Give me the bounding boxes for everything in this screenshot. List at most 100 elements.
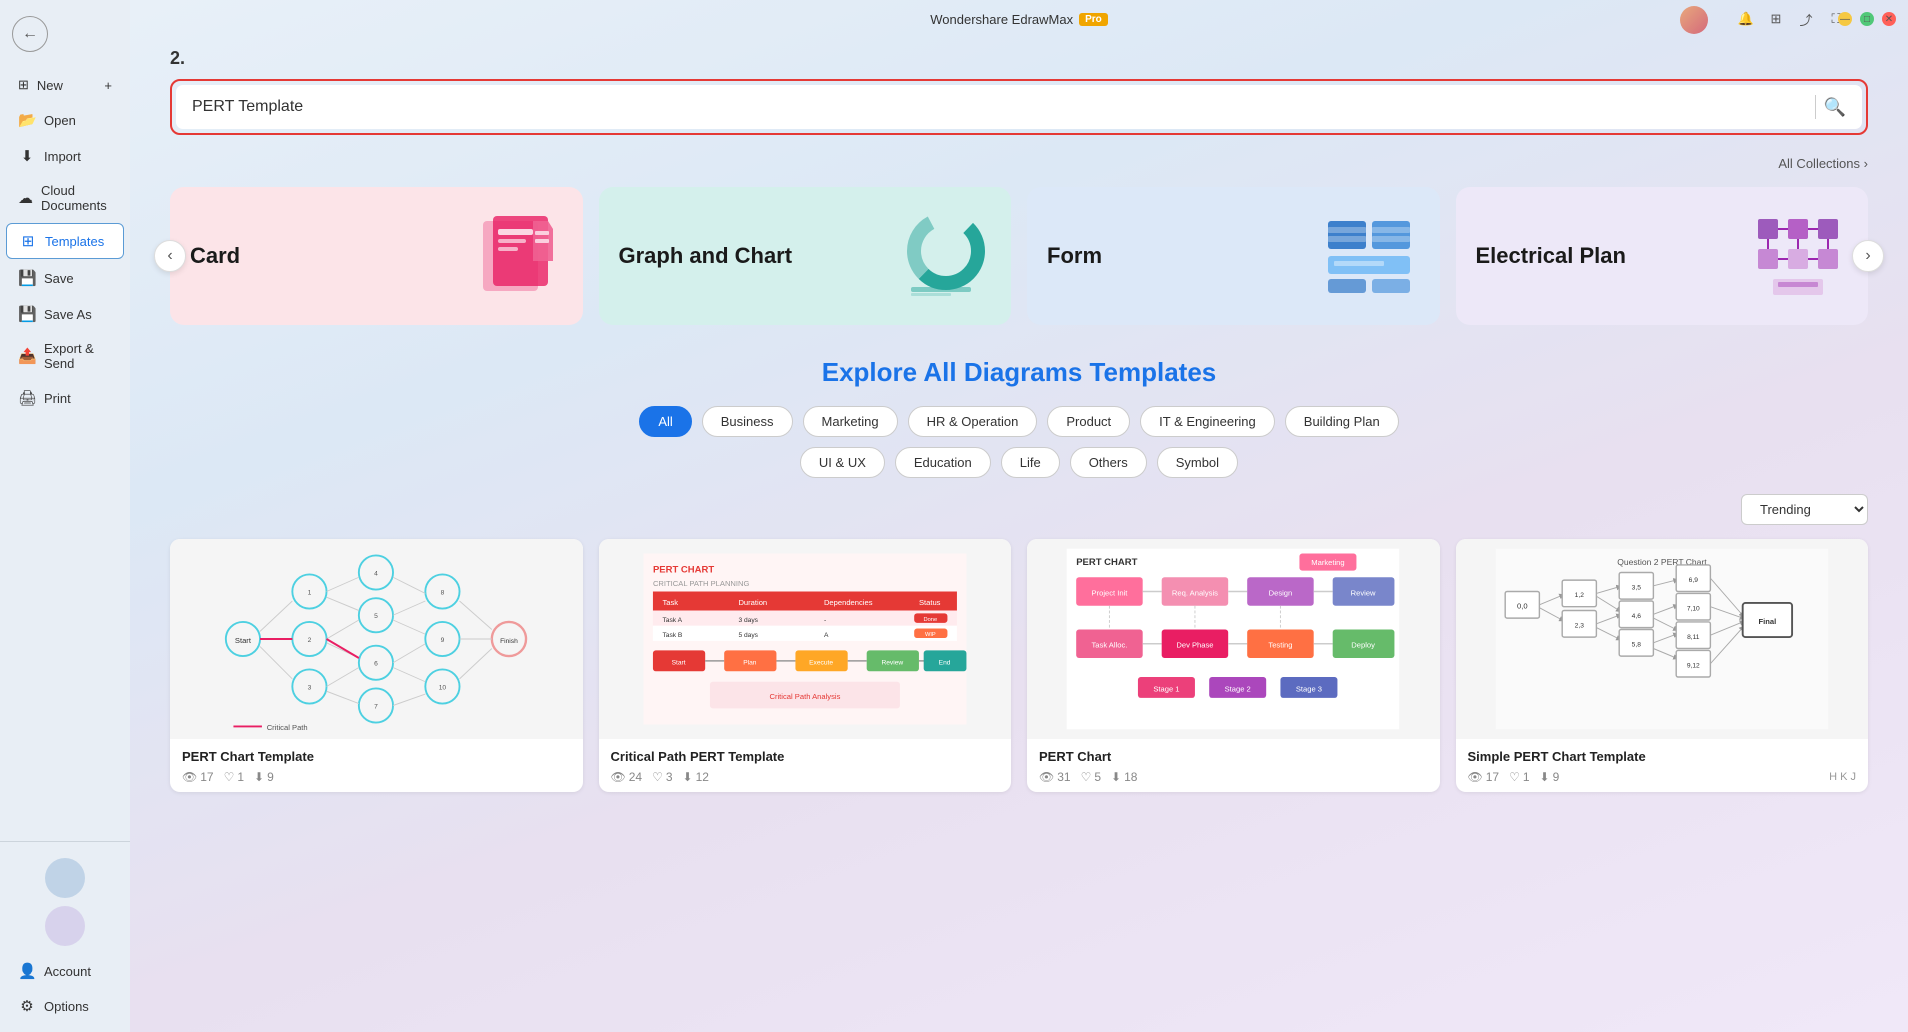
back-button[interactable]: ← [12, 16, 48, 52]
svg-text:Final: Final [1758, 617, 1776, 626]
search-button[interactable]: 🔍 [1824, 97, 1846, 118]
sidebar-item-cloud[interactable]: ☁ Cloud Documents [6, 175, 124, 221]
carousel-right-arrow[interactable]: › [1852, 240, 1884, 272]
likes-stat-4: ♡ 1 [1509, 770, 1529, 784]
filter-all[interactable]: All [639, 406, 691, 437]
likes-stat-2: ♡ 3 [652, 770, 672, 784]
sidebar-item-save[interactable]: 💾 Save [6, 261, 124, 295]
views-stat-4: 👁 17 [1468, 770, 1500, 784]
sidebar-item-print[interactable]: 🖨 Print [6, 381, 124, 415]
cloud-icon: ☁ [18, 189, 33, 207]
downloads-stat: ⬇ 9 [254, 770, 274, 784]
window-controls: — □ ✕ [1838, 12, 1896, 26]
downloads-stat-2: ⬇ 12 [683, 770, 709, 784]
user-avatar[interactable] [1680, 6, 1708, 34]
maximize-button[interactable]: □ [1860, 12, 1874, 26]
template-card-2[interactable]: PERT CHART CRITICAL PATH PLANNING Task D… [599, 539, 1012, 792]
svg-text:PERT CHART: PERT CHART [653, 565, 714, 576]
downloads-count-3: 18 [1124, 770, 1137, 784]
svg-text:10: 10 [439, 684, 447, 691]
sidebar-item-new[interactable]: ⊞ New + [6, 69, 124, 101]
heart-icon-2: ♡ [652, 770, 663, 784]
options-label: Options [44, 999, 89, 1014]
svg-text:Start: Start [235, 636, 252, 645]
eye-icon-2: 👁 [611, 770, 626, 784]
views-stat: 👁 17 [182, 770, 214, 784]
sort-dropdown[interactable]: Trending Newest Most Popular [1741, 494, 1868, 525]
filter-education[interactable]: Education [895, 447, 991, 478]
filter-symbol[interactable]: Symbol [1157, 447, 1238, 478]
category-card-electrical[interactable]: Electrical Plan [1456, 187, 1869, 325]
svg-text:Duration: Duration [738, 598, 767, 607]
category-card-graph[interactable]: Graph and Chart [599, 187, 1012, 325]
titlebar: Wondershare EdrawMax Pro 🔔 ⊞ ⤴ ⛶ — □ ✕ [130, 0, 1908, 38]
svg-text:Done: Done [923, 617, 937, 623]
template-card-4[interactable]: Question 2 PERT Chart 0,0 [1456, 539, 1869, 792]
svg-text:Task: Task [662, 598, 678, 607]
filter-life[interactable]: Life [1001, 447, 1060, 478]
sidebar-item-open[interactable]: 📂 Open [6, 103, 124, 137]
sidebar-item-export[interactable]: 📤 Export & Send [6, 333, 124, 379]
likes-stat: ♡ 1 [224, 770, 244, 784]
template-card-3[interactable]: PERT CHART Marketing Project Init Req. A… [1027, 539, 1440, 792]
print-icon: 🖨 [18, 389, 36, 407]
all-collections-link[interactable]: All Collections › [1778, 156, 1868, 171]
svg-text:7: 7 [374, 703, 378, 710]
filter-marketing[interactable]: Marketing [803, 406, 898, 437]
explore-colored: All Diagrams Templates [923, 357, 1216, 387]
template-card[interactable]: Start [170, 539, 583, 792]
close-button[interactable]: ✕ [1882, 12, 1896, 26]
filter-business[interactable]: Business [702, 406, 793, 437]
category-card-form[interactable]: Form [1027, 187, 1440, 325]
cloud-label: Cloud Documents [41, 183, 112, 213]
svg-text:7,10: 7,10 [1687, 606, 1700, 613]
filter-others[interactable]: Others [1070, 447, 1147, 478]
search-input[interactable] [192, 98, 1807, 116]
category-card-image [463, 211, 563, 301]
svg-text:Design: Design [1269, 588, 1293, 597]
svg-text:Review: Review [1351, 588, 1376, 597]
sidebar-item-templates[interactable]: ⊞ Templates [6, 223, 124, 259]
save-icon: 💾 [18, 269, 36, 287]
svg-text:2,3: 2,3 [1574, 623, 1584, 630]
carousel-left-arrow[interactable]: ‹ [154, 240, 186, 272]
sidebar-item-options[interactable]: ⚙ Options [6, 989, 124, 1023]
category-cards: ‹ Card [170, 187, 1868, 325]
svg-text:Task A: Task A [662, 617, 682, 624]
filter-pills-row1: All Business Marketing HR & Operation Pr… [170, 406, 1868, 437]
close-icon: ✕ [1885, 14, 1893, 25]
template-grid: Start [170, 539, 1868, 792]
svg-text:End: End [938, 660, 950, 667]
category-graph-image [891, 211, 991, 301]
downloads-stat-4: ⬇ 9 [1540, 770, 1560, 784]
titlebar-icons: 🔔 ⊞ ⤴ ⛶ [1734, 7, 1848, 31]
author-4: H K J [1829, 771, 1856, 783]
svg-text:Finish: Finish [500, 638, 518, 645]
filter-hr[interactable]: HR & Operation [908, 406, 1038, 437]
search-bar: 🔍 [176, 85, 1862, 129]
filter-product[interactable]: Product [1047, 406, 1130, 437]
filter-it[interactable]: IT & Engineering [1140, 406, 1275, 437]
minimize-button[interactable]: — [1838, 12, 1852, 26]
alert-icon-btn[interactable]: 🔔 [1734, 7, 1758, 31]
downloads-stat-3: ⬇ 18 [1111, 770, 1137, 784]
share-icon-btn[interactable]: ⤴ [1794, 7, 1818, 31]
sidebar-new-label: New [37, 78, 63, 93]
svg-text:Plan: Plan [743, 660, 757, 667]
category-card-card[interactable]: Card [170, 187, 583, 325]
sidebar-item-import[interactable]: ⬇ Import [6, 139, 124, 173]
grid-icon-btn[interactable]: ⊞ [1764, 7, 1788, 31]
category-electrical-label: Electrical Plan [1476, 242, 1626, 271]
views-stat-3: 👁 31 [1039, 770, 1071, 784]
filter-pills-row2: UI & UX Education Life Others Symbol [170, 447, 1868, 478]
sidebar-item-save-as[interactable]: 💾 Save As [6, 297, 124, 331]
filter-building[interactable]: Building Plan [1285, 406, 1399, 437]
svg-text:8: 8 [441, 589, 445, 596]
filter-ui[interactable]: UI & UX [800, 447, 885, 478]
svg-text:9: 9 [441, 637, 445, 644]
category-card-label: Card [190, 242, 240, 271]
sidebar: ← ⊞ New + 📂 Open ⬇ Import ☁ Cloud Docume… [0, 0, 130, 1032]
save-as-label: Save As [44, 307, 92, 322]
downloads-count-4: 9 [1553, 770, 1560, 784]
sidebar-item-account[interactable]: 👤 Account [6, 954, 124, 988]
